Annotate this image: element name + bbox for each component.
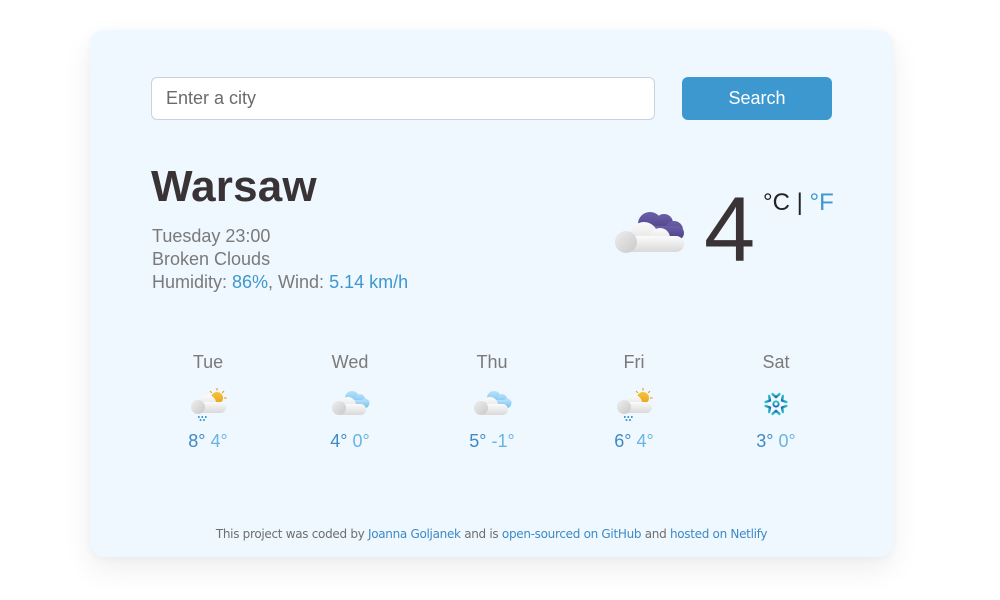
- search-button[interactable]: Search: [682, 77, 832, 120]
- rain-sun-icon: [617, 388, 653, 421]
- author-link[interactable]: Joanna Goljanek: [368, 527, 461, 541]
- forecast-max-temp: 5°: [469, 431, 487, 451]
- wind-label: , Wind:: [268, 272, 330, 292]
- github-link[interactable]: open-sourced on GitHub: [502, 527, 642, 541]
- celsius-unit[interactable]: °C: [763, 189, 790, 216]
- forecast-max-temp: 3°: [756, 431, 774, 451]
- forecast-max-temp: 4°: [330, 431, 348, 451]
- forecast-min-temp: 4°: [636, 431, 654, 451]
- forecast-day-name: Wed: [331, 352, 369, 372]
- forecast-day-name: Thu: [476, 352, 508, 372]
- forecast-temps: 3° 0°: [705, 431, 847, 452]
- footer-text: and: [641, 527, 670, 541]
- forecast: Tue 8° 4° Wed 4° 0° Thu 5° -1° Fri 6° 4°…: [137, 350, 847, 452]
- search-form: Search: [151, 77, 832, 120]
- forecast-day-name: Fri: [623, 352, 645, 372]
- weather-description: Broken Clouds: [152, 249, 271, 269]
- forecast-day-name: Tue: [192, 352, 224, 372]
- fahrenheit-link[interactable]: °F: [810, 189, 834, 216]
- forecast-min-temp: 0°: [778, 431, 796, 451]
- snow-icon: [762, 390, 790, 418]
- forecast-day: Thu 5° -1°: [421, 350, 563, 452]
- footer-text: and is: [460, 527, 502, 541]
- clouds-icon: [332, 391, 370, 415]
- rain-sun-icon: [191, 388, 227, 421]
- forecast-day: Wed 4° 0°: [279, 350, 421, 452]
- forecast-max-temp: 6°: [614, 431, 632, 451]
- unit-switch: °C | °F: [763, 189, 834, 217]
- current-datetime: Tuesday 23:00: [152, 226, 271, 246]
- unit-separator: |: [789, 189, 810, 216]
- forecast-temps: 8° 4°: [137, 431, 279, 452]
- city-name: Warsaw: [151, 162, 317, 211]
- city-search-input[interactable]: [151, 77, 655, 120]
- forecast-min-temp: 0°: [352, 431, 370, 451]
- clouds-icon: [474, 391, 512, 415]
- forecast-temps: 4° 0°: [279, 431, 421, 452]
- forecast-temps: 6° 4°: [563, 431, 705, 452]
- forecast-max-temp: 8°: [188, 431, 206, 451]
- forecast-temps: 5° -1°: [421, 431, 563, 452]
- wind-value: 5.14 km/h: [329, 272, 409, 292]
- forecast-min-temp: -1°: [491, 431, 515, 451]
- forecast-day: Fri 6° 4°: [563, 350, 705, 452]
- broken-clouds-night-icon: [615, 212, 684, 253]
- humidity-label: Humidity:: [152, 272, 233, 292]
- forecast-day-name: Sat: [762, 352, 790, 372]
- humidity-wind: Humidity: 86%, Wind: 5.14 km/h: [152, 271, 408, 294]
- current-details: Tuesday 23:00 Broken Clouds Humidity: 86…: [152, 225, 408, 294]
- footer-text: This project was coded by: [215, 527, 368, 541]
- humidity-value: 86%: [232, 272, 269, 292]
- netlify-link[interactable]: hosted on Netlify: [670, 527, 768, 541]
- forecast-day: Sat 3° 0°: [705, 350, 847, 452]
- forecast-day: Tue 8° 4°: [137, 350, 279, 452]
- footer: This project was coded by Joanna Goljane…: [90, 527, 893, 541]
- forecast-min-temp: 4°: [210, 431, 228, 451]
- current-temperature: 4: [704, 179, 756, 281]
- weather-card: Search Warsaw Tuesday 23:00 Broken Cloud…: [90, 30, 893, 557]
